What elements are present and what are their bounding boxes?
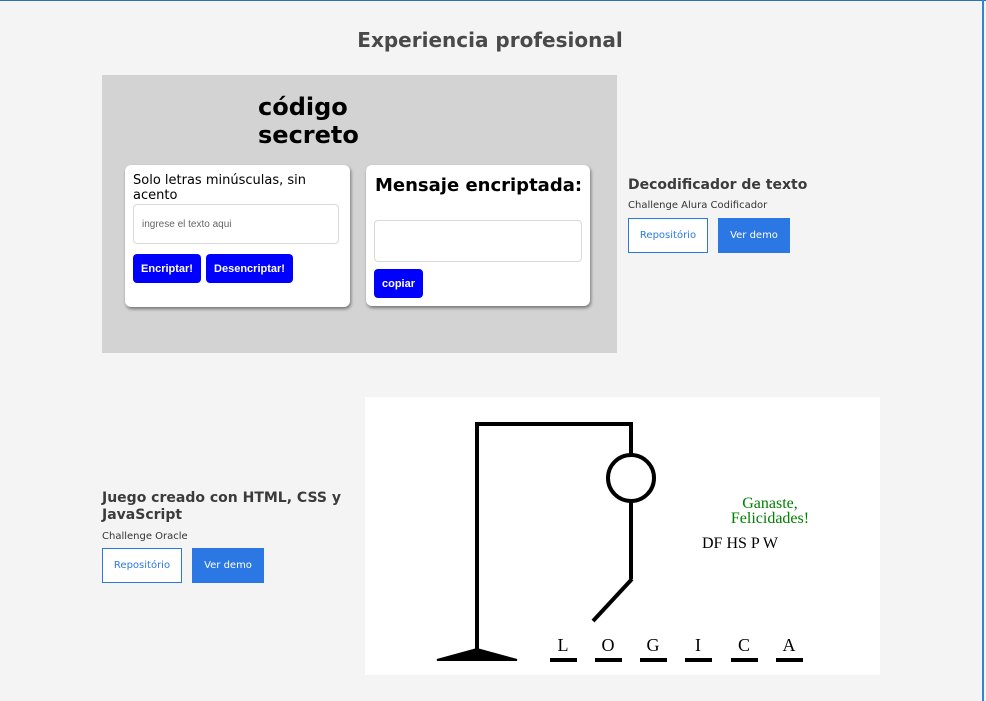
preview-app-title: código secreto <box>258 93 359 149</box>
word-letter: G <box>646 635 660 655</box>
preview-copy-button[interactable]: copiar <box>374 269 423 298</box>
project-preview-hangman: Ganaste, Felicidades! DF HS P W L O G I … <box>365 397 880 675</box>
wrong-letters: DF HS P W <box>702 535 779 552</box>
word-letter: O <box>601 635 615 655</box>
win-message: Ganaste, Felicidades! <box>730 495 810 527</box>
project-subtitle: Challenge Alura Codificador <box>628 200 768 211</box>
view-demo-button[interactable]: Ver demo <box>192 548 264 583</box>
right-border <box>982 0 984 701</box>
preview-message-title: Mensaje encriptada: <box>375 175 583 196</box>
hangman-leg <box>591 577 634 623</box>
preview-input-card: Solo letras minúsculas, sin acento Encri… <box>125 165 350 307</box>
top-border <box>0 0 986 1</box>
word-letter: L <box>557 635 569 655</box>
project-subtitle: Challenge Oracle <box>102 531 188 542</box>
word-letter: C <box>737 635 750 655</box>
project-name: Juego creado con HTML, CSS y JavaScript <box>102 490 341 523</box>
hangman-head <box>606 453 656 503</box>
preview-encrypt-button[interactable]: Encriptar! <box>133 254 201 283</box>
preview-output-card: Mensaje encriptada: copiar <box>366 165 590 306</box>
view-demo-button[interactable]: Ver demo <box>718 218 790 253</box>
word-letter: I <box>695 635 701 655</box>
repository-button[interactable]: Repositório <box>102 548 182 583</box>
repository-button[interactable]: Repositório <box>628 218 708 253</box>
project-preview-decodificador: código secreto Solo letras minúsculas, s… <box>102 75 617 353</box>
hangman-drawing <box>436 422 803 662</box>
preview-text-input[interactable] <box>133 204 339 244</box>
preview-hint-text: Solo letras minúsculas, sin acento <box>133 173 306 203</box>
project-name: Decodificador de texto <box>628 177 808 193</box>
section-title: Experiencia profesional <box>357 28 623 52</box>
preview-output-box <box>374 220 582 262</box>
preview-decrypt-button[interactable]: Desencriptar! <box>206 254 293 283</box>
word-letter: A <box>782 635 796 655</box>
